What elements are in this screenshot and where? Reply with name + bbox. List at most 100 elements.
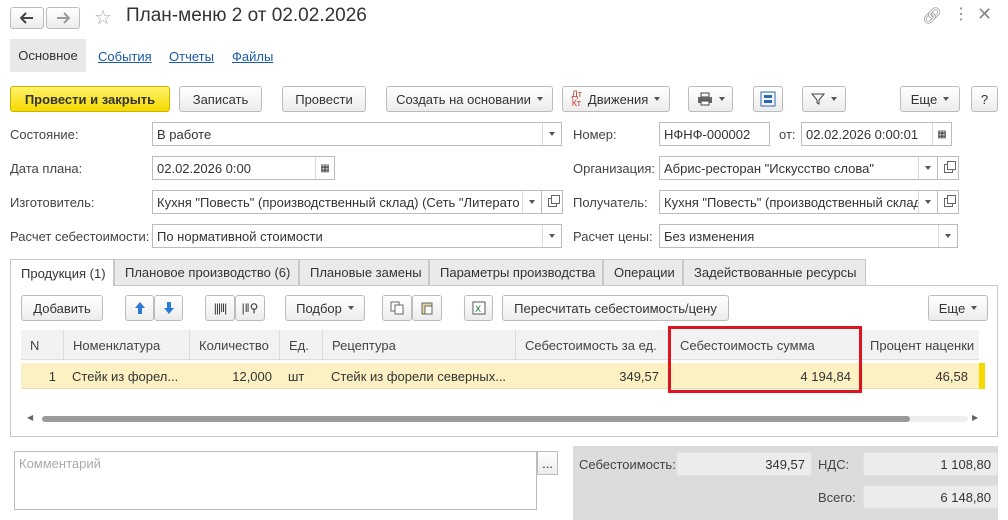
copy-button[interactable]	[382, 295, 412, 321]
back-button[interactable]	[10, 7, 44, 29]
dropdown-button[interactable]	[918, 191, 937, 213]
nav-tab-events[interactable]: События	[98, 49, 152, 64]
chevron-down-icon	[718, 97, 725, 101]
svg-text:X: X	[475, 305, 481, 315]
state-value: В работе	[157, 126, 212, 142]
grand-total-label: Всего:	[818, 490, 856, 505]
nav-tab-files[interactable]: Файлы	[232, 49, 273, 64]
close-icon[interactable]: ✕	[977, 4, 992, 25]
chevron-down-icon	[945, 234, 951, 238]
movements-label: Движения	[587, 91, 649, 107]
tab-resources[interactable]: Задействованные ресурсы	[683, 259, 866, 285]
link-icon[interactable]: 🔗︎	[922, 6, 942, 26]
comment-expand-label: ...	[542, 455, 553, 471]
maker-label: Изготовитель:	[10, 195, 95, 210]
move-down-button[interactable]	[154, 295, 183, 321]
calendar-button[interactable]: ▦	[932, 123, 951, 145]
movements-button[interactable]: Дт Кт Движения	[562, 86, 670, 112]
copy-icon	[390, 301, 404, 315]
chevron-down-icon	[925, 166, 931, 170]
tab-products[interactable]: Продукция (1)	[10, 259, 114, 286]
nav-tab-reports[interactable]: Отчеты	[169, 49, 214, 64]
tab-operations[interactable]: Операции	[603, 259, 683, 285]
arrow-left-icon	[20, 12, 33, 24]
save-button[interactable]: Записать	[179, 86, 262, 112]
col-recipe-label: Рецептура	[332, 337, 396, 353]
move-up-button[interactable]	[125, 295, 154, 321]
nav-tab-main[interactable]: Основное	[10, 39, 86, 72]
chevron-down-icon	[654, 97, 661, 101]
chevron-down-icon	[925, 200, 931, 204]
filter-button[interactable]	[802, 86, 846, 112]
dropdown-button[interactable]	[918, 157, 937, 179]
post-button[interactable]: Провести	[282, 86, 366, 112]
col-unit-cost-label: Себестоимость за ед.	[525, 337, 657, 353]
tab-production-params[interactable]: Параметры производства	[429, 259, 603, 285]
horizontal-scrollbar[interactable]	[42, 416, 968, 422]
scroll-left-icon[interactable]: ◀	[27, 413, 33, 422]
create-based-button[interactable]: Создать на основании	[386, 86, 553, 112]
row-unit: шт	[288, 368, 305, 384]
state-label: Состояние:	[10, 127, 79, 142]
add-button[interactable]: Добавить	[21, 295, 103, 321]
tab-planned-replacements[interactable]: Плановые замены	[299, 259, 429, 285]
org-select[interactable]: Абрис-ресторан "Искусство слова"	[659, 156, 938, 180]
dropdown-button[interactable]	[542, 123, 561, 145]
recalc-button[interactable]: Пересчитать себестоимость/цену	[502, 295, 729, 321]
scrollbar-thumb[interactable]	[42, 416, 910, 422]
post-and-close-button[interactable]: Провести и закрыть	[10, 86, 170, 112]
print-button[interactable]	[688, 86, 733, 112]
price-calc-select[interactable]: Без изменения	[659, 224, 958, 248]
col-unit[interactable]: Ед.	[279, 330, 322, 360]
grid-more-button[interactable]: Еще	[928, 295, 988, 321]
selection-button[interactable]: Подбор	[285, 295, 365, 321]
more-vert-icon[interactable]: ⋮	[953, 4, 969, 24]
row-edge-marker	[979, 363, 985, 389]
barcode-search-button[interactable]: |‖⚲	[235, 295, 265, 321]
tab-products-label: Продукция (1)	[21, 265, 106, 281]
excel-button[interactable]: X	[464, 295, 493, 321]
col-markup[interactable]: Процент наценки	[860, 330, 979, 360]
calendar-button[interactable]: ▦	[315, 157, 334, 179]
maker-select[interactable]: Кухня "Повесть" (производственный склад)…	[152, 190, 542, 214]
comment-expand-button[interactable]: ...	[537, 451, 558, 475]
number-label: Номер:	[573, 127, 617, 142]
arrow-down-icon	[163, 302, 174, 314]
from-date-field[interactable]: 02.02.2026 0:00:01 ▦	[801, 122, 952, 146]
comment-field[interactable]: Комментарий	[14, 451, 537, 510]
calendar-icon: ▦	[320, 162, 330, 174]
forward-button[interactable]	[46, 7, 80, 29]
receiver-value: Кухня "Повесть" (производственный склад)	[664, 194, 918, 210]
cost-calc-value: По нормативной стоимости	[157, 228, 323, 244]
receiver-select[interactable]: Кухня "Повесть" (производственный склад)	[659, 190, 938, 214]
structure-icon	[760, 91, 776, 107]
tab-planned-production-label: Плановое производство (6)	[125, 265, 291, 280]
barcode-icon: |||‖|	[213, 301, 227, 315]
dropdown-button[interactable]	[522, 191, 541, 213]
more-button[interactable]: Еще	[900, 86, 960, 112]
state-select[interactable]: В работе	[152, 122, 562, 146]
cost-calc-label: Расчет себестоимости:	[10, 229, 150, 244]
receiver-open-button[interactable]	[937, 190, 959, 214]
help-button[interactable]: ?	[971, 86, 998, 112]
plan-date-field[interactable]: 02.02.2026 0:00 ▦	[152, 156, 335, 180]
number-value: НФНФ-000002	[664, 126, 751, 142]
col-n[interactable]: N	[21, 330, 63, 360]
col-unit-cost[interactable]: Себестоимость за ед.	[515, 330, 670, 360]
tab-planned-production[interactable]: Плановое производство (6)	[114, 259, 299, 285]
dropdown-button[interactable]	[938, 225, 957, 247]
col-nomenclature[interactable]: Номенклатура	[63, 330, 189, 360]
barcode-button[interactable]: |||‖|	[205, 295, 235, 321]
scroll-right-icon[interactable]: ▶	[972, 413, 978, 422]
structure-button[interactable]	[753, 86, 783, 112]
number-field[interactable]: НФНФ-000002	[659, 122, 770, 146]
cost-calc-select[interactable]: По нормативной стоимости	[152, 224, 562, 248]
maker-open-button[interactable]	[541, 190, 563, 214]
paste-button[interactable]	[412, 295, 442, 321]
from-label: от:	[779, 127, 796, 142]
org-open-button[interactable]	[937, 156, 959, 180]
col-recipe[interactable]: Рецептура	[322, 330, 515, 360]
col-quantity[interactable]: Количество	[189, 330, 279, 360]
favorite-star-icon[interactable]: ☆	[94, 5, 112, 30]
dropdown-button[interactable]	[542, 225, 561, 247]
